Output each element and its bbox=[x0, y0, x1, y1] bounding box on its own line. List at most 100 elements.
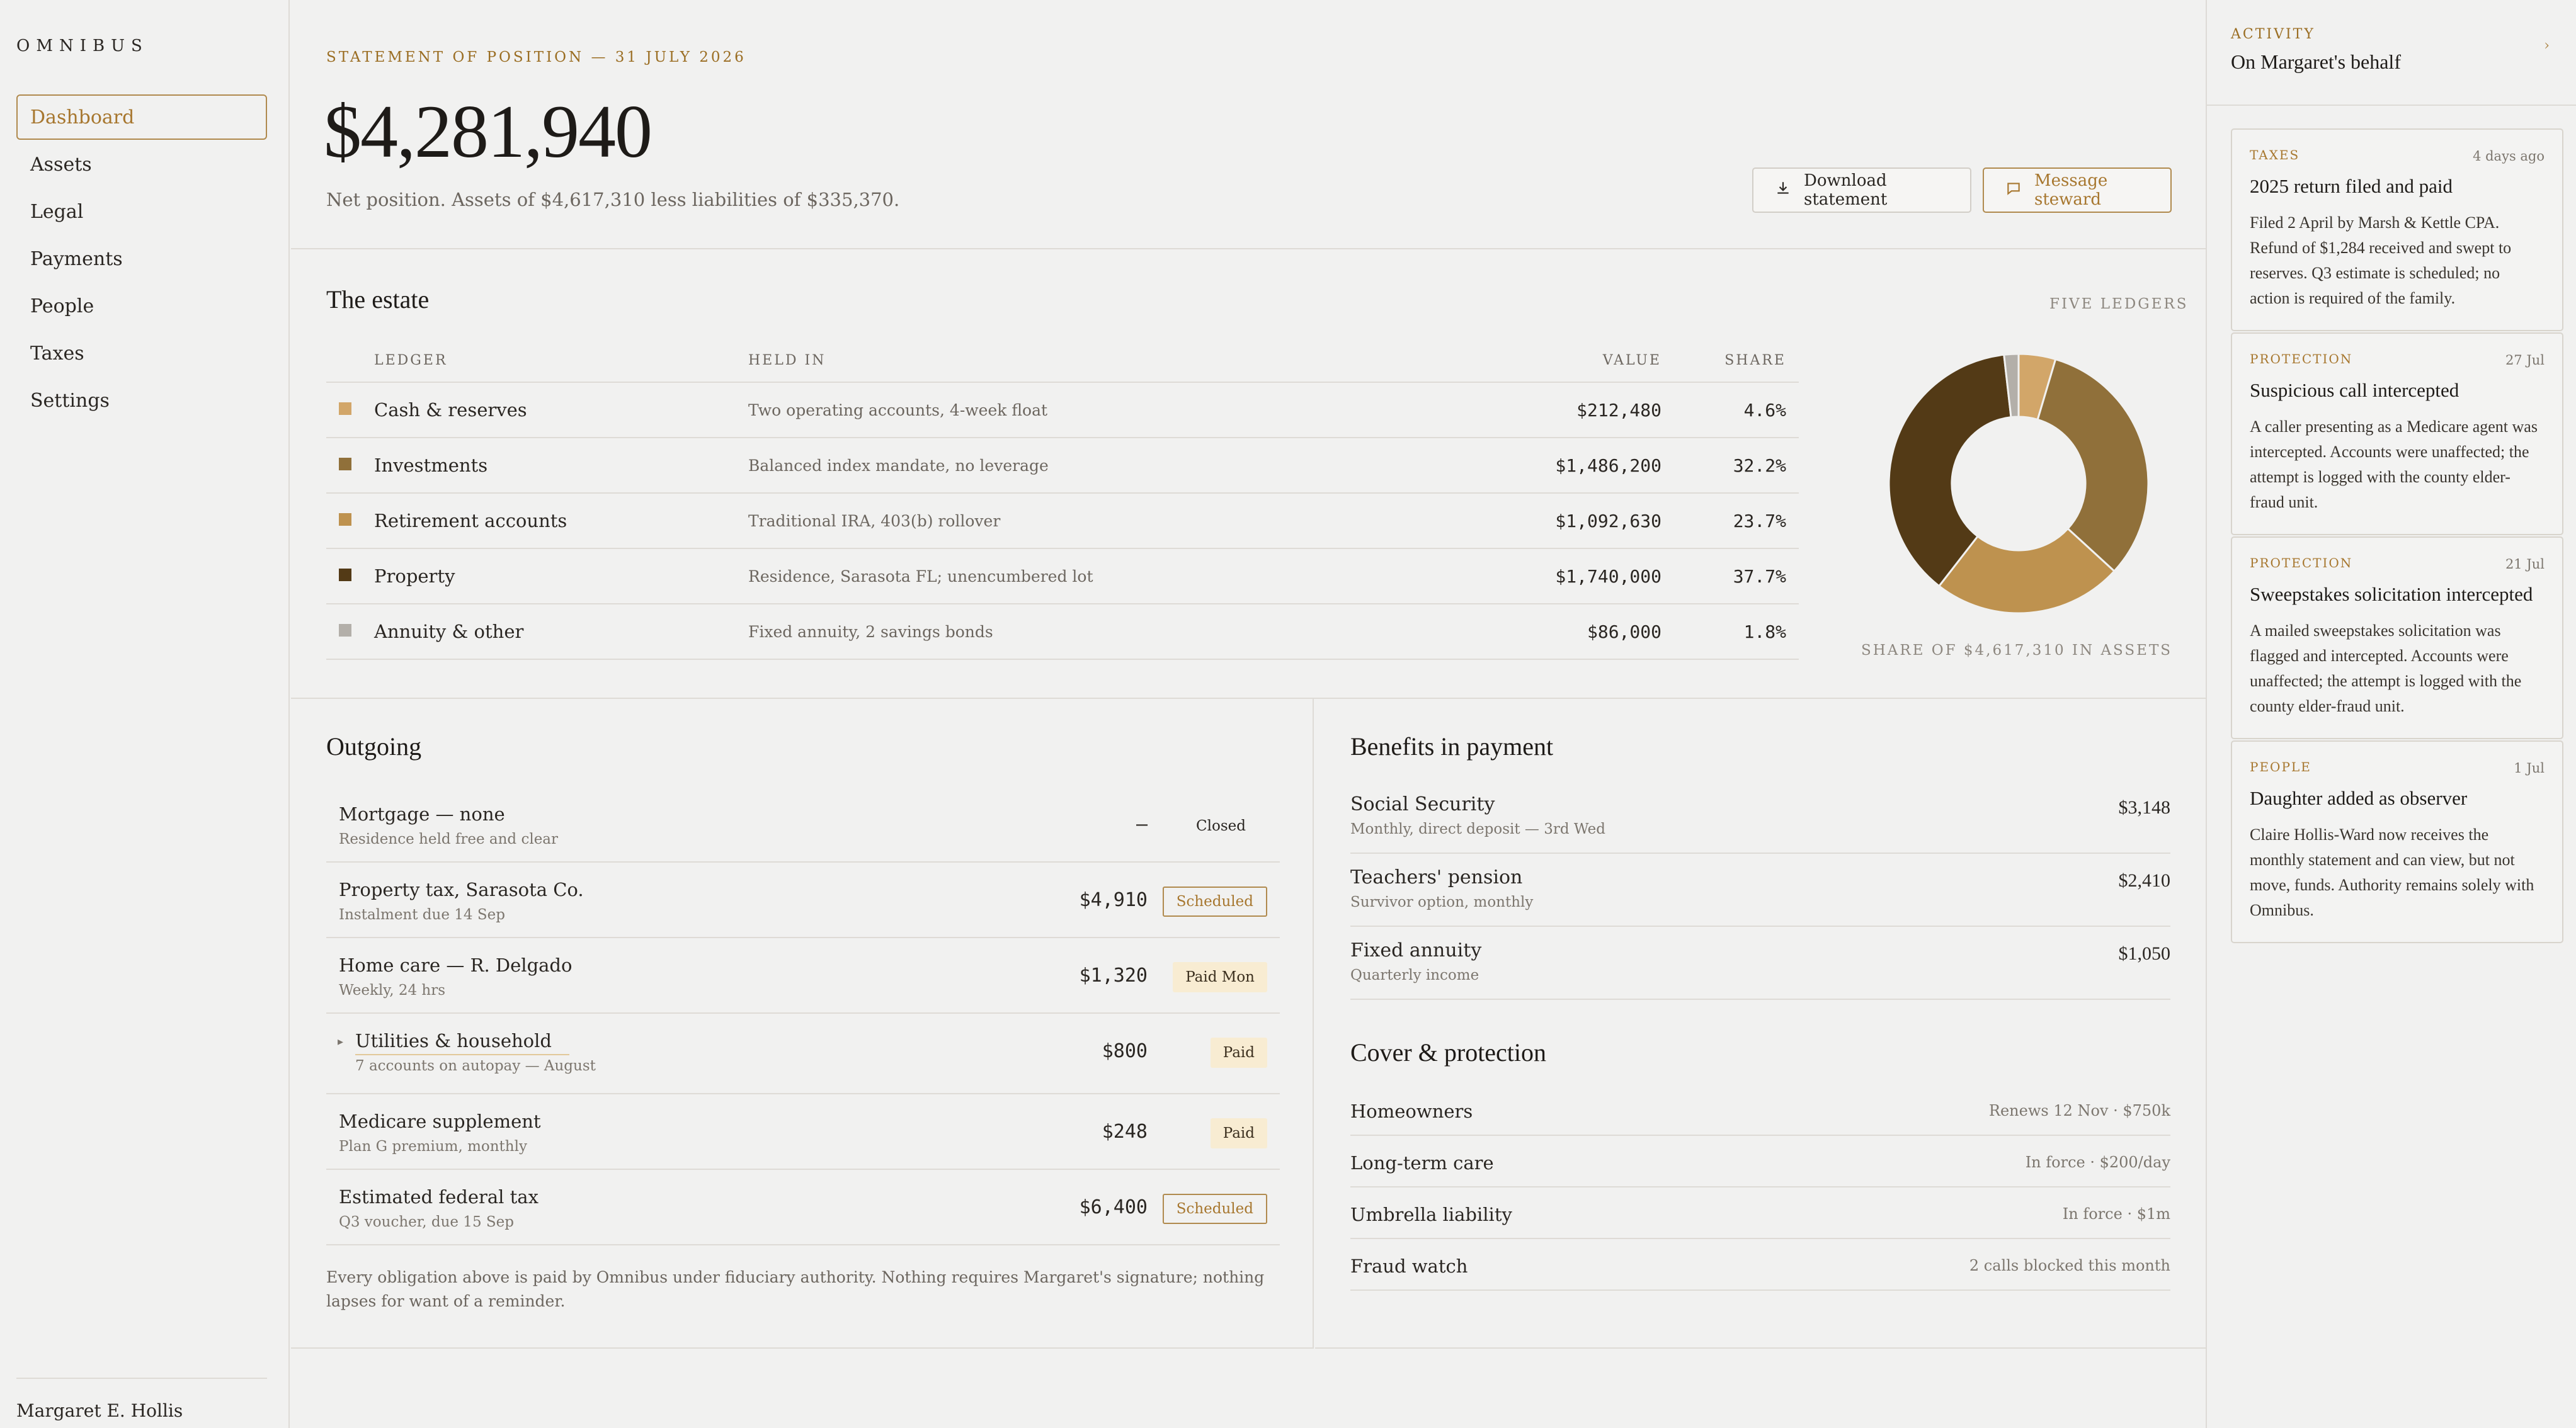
download-icon bbox=[1775, 180, 1804, 201]
benefit-name: Social Security bbox=[1350, 793, 1495, 815]
activity-category: PEOPLE bbox=[2250, 759, 2311, 774]
outgoing-row[interactable]: Property tax, Sarasota Co. Instalment du… bbox=[326, 863, 1280, 938]
ledger-name: Retirement accounts bbox=[374, 510, 567, 531]
benefit-row[interactable]: Teachers' pension Survivor option, month… bbox=[1350, 854, 2170, 927]
ledger-share: 37.7% bbox=[1733, 565, 1786, 587]
activity-header[interactable]: ACTIVITY On Margaret's behalf › bbox=[2207, 0, 2576, 106]
ledger-share: 1.8% bbox=[1743, 621, 1786, 642]
statement-header: STATEMENT OF POSITION — 31 JULY 2026 $4,… bbox=[291, 0, 2206, 249]
status-badge: Paid bbox=[1210, 1038, 1267, 1068]
ledger-row[interactable]: Investments Balanced index mandate, no l… bbox=[326, 438, 1799, 494]
legend-swatch bbox=[339, 402, 351, 415]
benefit-detail: Monthly, direct deposit — 3rd Wed bbox=[1350, 821, 1605, 837]
outgoing-amount: — bbox=[1136, 813, 1148, 836]
benefits-list: Social Security Monthly, direct deposit … bbox=[1350, 781, 2170, 1000]
status-badge: Paid Mon bbox=[1173, 962, 1267, 992]
outgoing-section: Outgoing Mortgage — none Residence held … bbox=[291, 699, 1314, 1349]
activity-category: PROTECTION bbox=[2250, 351, 2353, 366]
sidebar: OMNIBUS Dashboard Assets Legal Payments … bbox=[0, 0, 290, 1428]
activity-card[interactable]: TAXES 4 days ago 2025 return filed and p… bbox=[2231, 128, 2563, 331]
activity-category: PROTECTION bbox=[2250, 555, 2353, 570]
benefit-amount: $2,410 bbox=[2118, 870, 2171, 891]
outgoing-row[interactable]: Mortgage — none Residence held free and … bbox=[326, 787, 1280, 863]
benefit-row[interactable]: Fixed annuity Quarterly income $1,050 bbox=[1350, 927, 2170, 1000]
ledger-row[interactable]: Cash & reserves Two operating accounts, … bbox=[326, 383, 1799, 438]
expand-caret-icon[interactable]: ▸ bbox=[338, 1035, 343, 1048]
status-badge: Closed bbox=[1196, 818, 1246, 834]
activity-title: Daughter added as observer bbox=[2250, 787, 2468, 809]
outgoing-row[interactable]: Home care — R. Delgado Weekly, 24 hrs $1… bbox=[326, 938, 1280, 1014]
cover-name: Umbrella liability bbox=[1350, 1204, 1512, 1225]
cover-status: In force · $1m bbox=[2062, 1205, 2170, 1223]
benefit-amount: $3,148 bbox=[2118, 797, 2171, 818]
ledger-held-in: Traditional IRA, 403(b) rollover bbox=[748, 511, 1001, 530]
estate-ledger-count: FIVE LEDGERS bbox=[2049, 296, 2189, 312]
activity-date: 4 days ago bbox=[2473, 149, 2545, 164]
outgoing-footnote: Every obligation above is paid by Omnibu… bbox=[326, 1268, 1265, 1310]
ledger-value: $1,740,000 bbox=[1555, 565, 1661, 587]
activity-card[interactable]: PEOPLE 1 Jul Daughter added as observer … bbox=[2231, 740, 2563, 943]
activity-date: 21 Jul bbox=[2505, 557, 2545, 572]
outgoing-amount: $248 bbox=[1102, 1121, 1148, 1143]
ledger-held-in: Fixed annuity, 2 savings bonds bbox=[748, 622, 993, 641]
sidebar-item-legal[interactable]: Legal bbox=[16, 189, 267, 234]
outgoing-row-expandable[interactable]: ▸ Utilities & household 7 accounts on au… bbox=[326, 1014, 1280, 1094]
legend-swatch bbox=[339, 458, 351, 470]
ledger-share: 23.7% bbox=[1733, 510, 1786, 531]
cover-row[interactable]: Long-term care In force · $200/day bbox=[1350, 1136, 2170, 1187]
cover-list: Homeowners Renews 12 Nov · $750k Long-te… bbox=[1350, 1084, 2170, 1291]
outgoing-row[interactable]: Medicare supplement Plan G premium, mont… bbox=[326, 1094, 1280, 1170]
sidebar-item-payments[interactable]: Payments bbox=[16, 236, 267, 281]
outgoing-row[interactable]: Estimated federal tax Q3 voucher, due 15… bbox=[326, 1170, 1280, 1245]
sidebar-item-taxes[interactable]: Taxes bbox=[16, 331, 267, 376]
ledger-row[interactable]: Annuity & other Fixed annuity, 2 savings… bbox=[326, 604, 1799, 660]
col-share: SHARE bbox=[1724, 352, 1786, 368]
download-statement-label: Download statement bbox=[1804, 171, 1888, 209]
activity-panel: ACTIVITY On Margaret's behalf › TAXES 4 … bbox=[2206, 0, 2576, 1428]
sidebar-item-settings[interactable]: Settings bbox=[16, 378, 267, 423]
ledger-held-in: Balanced index mandate, no leverage bbox=[748, 456, 1049, 475]
chevron-right-icon[interactable]: › bbox=[2544, 38, 2550, 54]
status-badge: Scheduled bbox=[1162, 887, 1267, 917]
cover-name: Fraud watch bbox=[1350, 1255, 1468, 1277]
activity-title: Suspicious call intercepted bbox=[2250, 379, 2459, 401]
ledger-row[interactable]: Retirement accounts Traditional IRA, 403… bbox=[326, 494, 1799, 549]
outgoing-detail: Instalment due 14 Sep bbox=[339, 907, 505, 923]
sidebar-item-people[interactable]: People bbox=[16, 283, 267, 329]
activity-body: A caller presenting as a Medicare agent … bbox=[2250, 417, 2538, 511]
message-steward-button[interactable]: Message steward bbox=[1983, 167, 2172, 213]
ledger-name: Cash & reserves bbox=[374, 399, 527, 421]
benefit-detail: Quarterly income bbox=[1350, 967, 1479, 983]
sidebar-item-assets[interactable]: Assets bbox=[16, 142, 267, 187]
user-name[interactable]: Margaret E. Hollis bbox=[16, 1378, 267, 1421]
col-held-in: HELD IN bbox=[748, 352, 826, 368]
donut-caption: SHARE OF $4,617,310 IN ASSETS bbox=[1861, 642, 2173, 659]
cover-row[interactable]: Umbrella liability In force · $1m bbox=[1350, 1187, 2170, 1239]
download-statement-button[interactable]: Download statement bbox=[1752, 167, 1971, 213]
benefit-name: Teachers' pension bbox=[1350, 866, 1523, 888]
activity-date: 27 Jul bbox=[2505, 353, 2545, 368]
activity-card[interactable]: PROTECTION 21 Jul Sweepstakes solicitati… bbox=[2231, 536, 2563, 739]
outgoing-detail: 7 accounts on autopay — August bbox=[355, 1058, 596, 1074]
legend-swatch bbox=[339, 513, 351, 526]
outgoing-detail: Plan G premium, monthly bbox=[339, 1138, 527, 1155]
activity-feed: TAXES 4 days ago 2025 return filed and p… bbox=[2231, 128, 2563, 944]
net-position-amount: $4,281,940 bbox=[324, 89, 653, 173]
estate-section: The estate FIVE LEDGERS LEDGER HELD IN V… bbox=[291, 251, 2206, 699]
cover-status: In force · $200/day bbox=[2025, 1153, 2170, 1171]
underline-divider bbox=[355, 1054, 569, 1055]
ledger-held-in: Residence, Sarasota FL; unencumbered lot bbox=[748, 567, 1093, 586]
main-content: STATEMENT OF POSITION — 31 JULY 2026 $4,… bbox=[291, 0, 2206, 1428]
cover-row[interactable]: Homeowners Renews 12 Nov · $750k bbox=[1350, 1084, 2170, 1136]
activity-card[interactable]: PROTECTION 27 Jul Suspicious call interc… bbox=[2231, 332, 2563, 535]
ledger-row[interactable]: Property Residence, Sarasota FL; unencum… bbox=[326, 549, 1799, 604]
ledger-name: Investments bbox=[374, 455, 488, 476]
cover-row[interactable]: Fraud watch 2 calls blocked this month bbox=[1350, 1239, 2170, 1291]
benefit-row[interactable]: Social Security Monthly, direct deposit … bbox=[1350, 781, 2170, 854]
outgoing-name: Mortgage — none bbox=[339, 803, 505, 825]
ledger-value: $1,092,630 bbox=[1555, 510, 1661, 531]
outgoing-name: Home care — R. Delgado bbox=[339, 955, 573, 976]
ledger-header: LEDGER HELD IN VALUE SHARE bbox=[326, 339, 1799, 383]
sidebar-item-dashboard[interactable]: Dashboard bbox=[16, 94, 267, 140]
cover-name: Long-term care bbox=[1350, 1152, 1494, 1174]
